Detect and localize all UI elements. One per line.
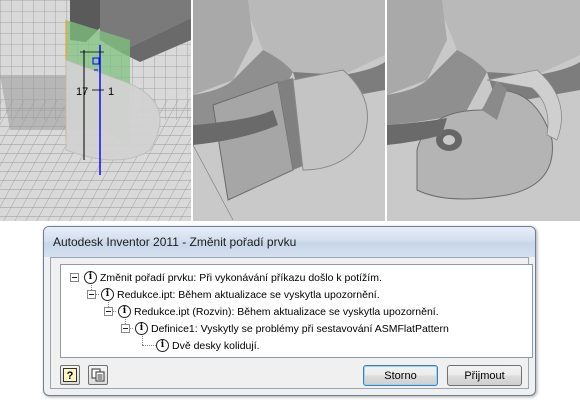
tree-row-text: Definice1: Vyskytly se problémy při sest… [151,322,449,335]
collapse-toggle[interactable] [70,273,79,282]
info-icon: i [156,339,169,352]
dimension-17-label: 17 [76,86,88,98]
collapse-toggle[interactable] [87,290,96,299]
tree-connector [142,336,143,345]
copy-button[interactable] [88,365,108,385]
dialog-titlebar[interactable]: Autodesk Inventor 2011 - Změnit pořadí p… [44,227,535,257]
tree-row[interactable]: i Redukce.ipt (Rozvin): Během aktualizac… [104,303,439,320]
tree-connector [142,345,156,346]
info-icon: i [84,271,97,284]
sketch-scene: 17 1 [0,0,191,221]
info-icon: i [101,288,114,301]
dimension-1-label: 1 [108,86,114,98]
model-scene-b [387,0,580,221]
help-icon: ? [63,368,77,382]
tree-row-text: Změnit pořadí prvku: Při vykonávání přík… [100,271,382,284]
error-dialog: Autodesk Inventor 2011 - Změnit pořadí p… [43,226,536,396]
info-icon: i [118,305,131,318]
svg-text:?: ? [67,370,74,382]
tree-row[interactable]: i Změnit pořadí prvku: Při vykonávání př… [70,269,382,286]
tree-row[interactable]: i Redukce.ipt: Během aktualizace se vysk… [87,286,380,303]
viewport-model-b[interactable] [387,0,580,221]
dialog-title: Autodesk Inventor 2011 - Změnit pořadí p… [53,235,297,249]
cad-viewports: 17 1 [0,0,580,221]
help-button[interactable]: ? [60,365,80,385]
cancel-button[interactable]: Storno [363,365,438,386]
tree-row-text: Dvě desky kolidují. [172,339,260,352]
info-icon: i [135,322,148,335]
collapse-toggle[interactable] [121,324,130,333]
collapse-toggle[interactable] [104,307,113,316]
copy-icon [91,368,105,382]
tree-row[interactable]: i Dvě desky kolidují. [156,337,260,354]
viewport-model-a[interactable] [193,0,385,221]
viewport-sketch[interactable]: 17 1 [0,0,191,221]
dialog-body: i Změnit pořadí prvku: Při vykonávání př… [50,257,533,389]
model-scene-a [193,0,385,221]
accept-button[interactable]: Přijmout [447,365,522,386]
tree-row[interactable]: i Definice1: Vyskytly se problémy při se… [121,320,449,337]
tree-row-text: Redukce.ipt: Během aktualizace se vyskyt… [117,288,380,301]
tree-row-text: Redukce.ipt (Rozvin): Během aktualizace … [134,305,439,318]
message-tree[interactable]: i Změnit pořadí prvku: Při vykonávání př… [60,264,533,358]
